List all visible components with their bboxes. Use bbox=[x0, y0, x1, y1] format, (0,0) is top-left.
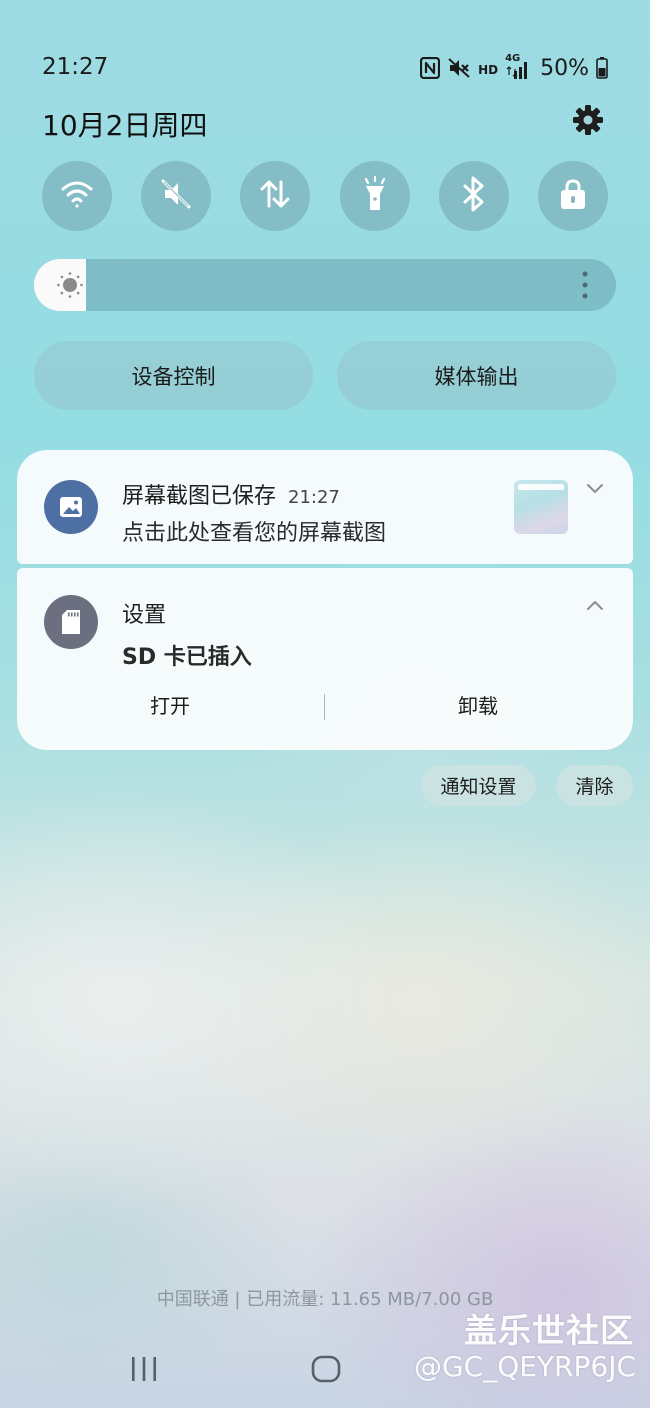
toggle-bluetooth[interactable] bbox=[438, 161, 509, 231]
4g-signal-icon: 4G bbox=[505, 53, 531, 81]
open-button[interactable]: 打开 bbox=[150, 690, 190, 719]
toggle-mobile-data[interactable] bbox=[240, 161, 311, 231]
status-icons: HD 4G 50% bbox=[420, 52, 608, 84]
date-text: 10月2日周四 bbox=[42, 109, 208, 142]
notification-sd-card[interactable]: 设置 SD 卡已插入 打开 卸载 bbox=[17, 568, 633, 750]
notification-settings-button[interactable]: 通知设置 bbox=[421, 765, 536, 806]
image-icon bbox=[44, 480, 98, 534]
toggle-sound[interactable] bbox=[141, 161, 212, 231]
recent-apps-icon[interactable] bbox=[130, 1355, 158, 1383]
clear-button[interactable]: 清除 bbox=[556, 765, 633, 806]
flashlight-icon bbox=[360, 175, 390, 216]
home-icon[interactable] bbox=[311, 1355, 341, 1383]
status-time: 21:27 bbox=[42, 54, 109, 80]
sun-icon bbox=[56, 271, 84, 299]
watermark-logo-text: 盖乐世社区 bbox=[464, 1311, 634, 1350]
notification-body: 点击此处查看您的屏幕截图 bbox=[122, 521, 387, 546]
notification-title: 屏幕截图已保存 21:27 bbox=[122, 478, 340, 510]
notification-actions: 打开 卸载 bbox=[17, 690, 633, 726]
mute-icon bbox=[159, 177, 193, 215]
gear-icon[interactable] bbox=[572, 104, 604, 136]
sd-card-icon bbox=[44, 595, 98, 649]
chevron-down-icon[interactable] bbox=[585, 478, 605, 498]
status-bar: 21:27 HD 4G 50% bbox=[42, 52, 608, 86]
mute-icon bbox=[447, 56, 471, 80]
notification-body: SD 卡已插入 bbox=[122, 645, 252, 670]
watermark-user-text: @GC_QEYRP6JC bbox=[413, 1350, 636, 1383]
wifi-icon bbox=[60, 179, 94, 213]
media-output-button[interactable]: 媒体输出 bbox=[337, 341, 616, 410]
screenshot-thumbnail[interactable] bbox=[514, 480, 568, 534]
nfc-icon bbox=[420, 57, 441, 79]
hd-label: HD bbox=[478, 63, 499, 77]
toggle-screen-lock[interactable] bbox=[537, 161, 608, 231]
hd-icon: HD bbox=[478, 63, 498, 77]
unmount-button[interactable]: 卸载 bbox=[458, 690, 498, 719]
bluetooth-icon bbox=[461, 176, 487, 216]
panel-buttons: 设备控制 媒体输出 bbox=[34, 341, 616, 410]
date-row: 10月2日周四 bbox=[42, 104, 608, 142]
notification-title-text: 屏幕截图已保存 bbox=[122, 484, 277, 509]
data-arrows-icon bbox=[258, 177, 292, 215]
battery-percent: 50% bbox=[540, 55, 589, 81]
notification-time: 21:27 bbox=[288, 487, 340, 508]
device-control-button[interactable]: 设备控制 bbox=[34, 341, 313, 410]
toggle-wifi[interactable] bbox=[42, 161, 112, 231]
battery-icon bbox=[596, 57, 608, 79]
brightness-slider[interactable] bbox=[34, 259, 616, 311]
notification-app-name: 设置 bbox=[122, 603, 167, 628]
lock-icon bbox=[558, 178, 588, 214]
more-options-icon[interactable] bbox=[580, 270, 590, 300]
chevron-up-icon[interactable] bbox=[585, 596, 605, 616]
quick-toggles bbox=[42, 161, 608, 231]
toggle-flashlight[interactable] bbox=[339, 161, 410, 231]
notification-screenshot[interactable]: 屏幕截图已保存 21:27 点击此处查看您的屏幕截图 bbox=[17, 450, 633, 564]
action-divider bbox=[324, 694, 325, 720]
